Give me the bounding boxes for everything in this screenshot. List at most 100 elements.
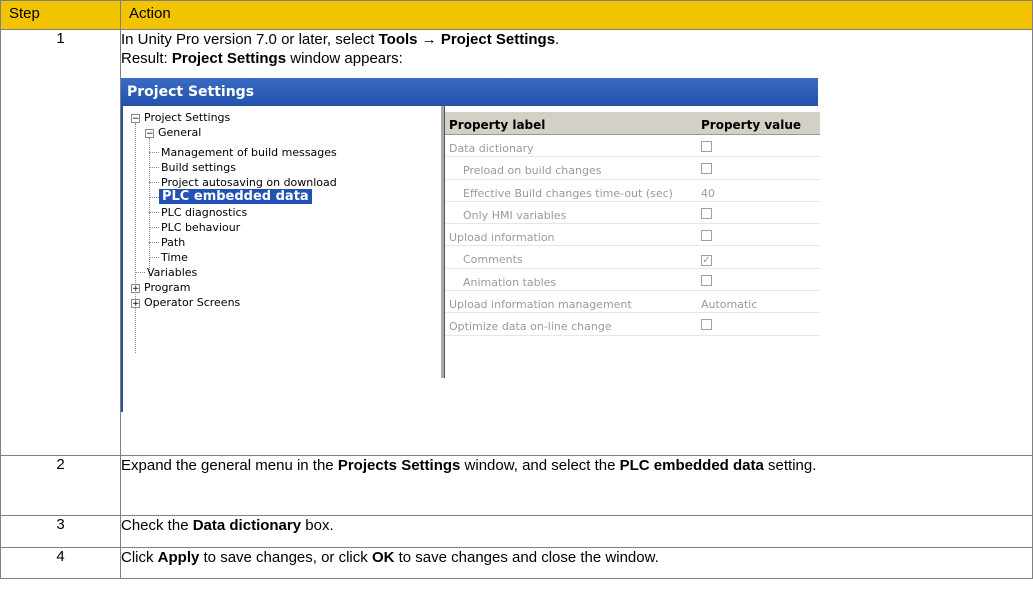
property-value[interactable]: ✓ (701, 250, 712, 269)
text: In Unity Pro version 7.0 or later, selec… (121, 31, 379, 48)
checkbox-icon[interactable] (701, 163, 712, 175)
grid-row[interactable]: Preload on build changes (445, 157, 820, 180)
property-label: Optimize data on-line change (449, 320, 612, 334)
step-number: 4 (0, 547, 121, 579)
project-settings-window: Project Settings − Project Settings − Ge… (121, 78, 820, 412)
step-action: In Unity Pro version 7.0 or later, selec… (120, 29, 1033, 456)
tree-item[interactable]: Project autosaving on download (161, 175, 337, 190)
step-number: 3 (0, 515, 121, 548)
text: Expand the general menu in the (121, 457, 338, 474)
step-number: 2 (0, 455, 121, 516)
tree-item-program[interactable]: + Program (131, 280, 190, 295)
tree-item[interactable]: Time (161, 250, 188, 265)
tree-item[interactable]: Management of build messages (161, 145, 337, 160)
tree-item-general[interactable]: − General (145, 125, 201, 140)
checkbox-icon[interactable] (701, 319, 712, 331)
column-header-value: Property value (701, 118, 802, 132)
step-row-3: 3 Check the Data dictionary box. (0, 515, 1033, 548)
tree-item[interactable]: Build settings (161, 160, 236, 175)
header-action: Action (120, 0, 1033, 30)
header-row: Step Action (0, 0, 1033, 30)
column-header-label: Property label (449, 118, 546, 132)
text: window, and select the (460, 457, 620, 474)
property-label: Animation tables (463, 275, 557, 289)
setting-name: PLC embedded data (619, 457, 764, 474)
button-name: OK (371, 549, 395, 566)
text: . (555, 31, 560, 48)
tree-label: Project Settings (144, 111, 231, 124)
property-label: Data dictionary (449, 142, 534, 155)
property-value[interactable] (701, 228, 712, 247)
collapse-icon[interactable]: − (131, 113, 140, 123)
text: box. (301, 517, 334, 534)
tree-label: General (158, 126, 202, 139)
step-action: Click Apply to save changes, or click OK… (120, 547, 1033, 579)
grid-header: Property label Property value (445, 112, 820, 135)
property-label: Comments (463, 253, 523, 267)
text: window appears: (286, 50, 403, 67)
menu-path: Tools → Project Settings (378, 31, 556, 48)
property-value[interactable] (701, 317, 712, 336)
selected-label: PLC embedded data (159, 189, 312, 204)
grid-row[interactable]: Comments ✓ (445, 246, 820, 269)
header-step: Step (0, 0, 121, 30)
tree-label: Operator Screens (144, 296, 241, 309)
checkbox-icon[interactable] (701, 230, 712, 242)
property-label: Only HMI variables (463, 208, 567, 222)
checkbox-icon[interactable] (701, 274, 712, 286)
text: Result: (121, 50, 172, 67)
window-name: Projects Settings (337, 457, 461, 474)
property-value[interactable] (701, 273, 712, 292)
step-number: 1 (0, 29, 121, 456)
text: to save changes, or click (199, 549, 372, 566)
text: setting. (763, 457, 817, 474)
tree-item[interactable]: Path (161, 235, 185, 250)
window-body: − Project Settings − General Management of… (121, 106, 820, 412)
grid-row[interactable]: Optimize data on-line change (445, 313, 820, 336)
checkbox-name: Data dictionary (192, 517, 302, 534)
grid-row[interactable]: Only HMI variables (445, 202, 820, 225)
grid-row[interactable]: Animation tables (445, 269, 820, 292)
settings-tree: − Project Settings − General Management of… (131, 110, 451, 360)
text: to save changes and close the window. (394, 549, 659, 566)
tree-item-variables[interactable]: Variables (147, 265, 197, 280)
property-value[interactable]: Automatic (701, 295, 757, 314)
button-name: Apply (157, 549, 200, 566)
property-label: Preload on build changes (463, 164, 602, 178)
grid-row[interactable]: Upload information (445, 224, 820, 247)
text: Check the (121, 517, 193, 534)
checkbox-icon[interactable]: ✓ (701, 255, 712, 267)
tree-root[interactable]: − Project Settings (131, 110, 230, 125)
tree-item-selected[interactable]: PLC embedded data (159, 189, 312, 204)
property-value[interactable]: 40 (701, 184, 715, 203)
tree-item-operator-screens[interactable]: + Operator Screens (131, 295, 240, 310)
property-value[interactable] (701, 139, 712, 158)
grid-row[interactable]: Upload information management Automatic (445, 291, 820, 314)
checkbox-icon[interactable] (701, 207, 712, 219)
action-line: Result: Project Settings window appears: (121, 49, 1032, 68)
property-grid: Property label Property value Data dicti… (445, 112, 820, 336)
grid-row[interactable]: Data dictionary (445, 135, 820, 158)
tree-label: Program (144, 281, 191, 294)
property-label: Upload information (449, 231, 555, 245)
tree-item[interactable]: PLC behaviour (161, 220, 240, 235)
step-action: Check the Data dictionary box. (120, 515, 1033, 548)
expand-icon[interactable]: + (131, 283, 140, 293)
text: Click (121, 549, 158, 566)
step-row-2: 2 Expand the general menu in the Project… (0, 455, 1033, 516)
step-row-4: 4 Click Apply to save changes, or click … (0, 547, 1033, 579)
checkbox-icon[interactable] (701, 141, 712, 152)
expand-icon[interactable]: + (131, 298, 140, 308)
window-title: Project Settings (121, 78, 818, 106)
step-action: Expand the general menu in the Projects … (120, 455, 1033, 516)
collapse-icon[interactable]: − (145, 128, 154, 138)
steps-table: Step Action 1 In Unity Pro version 7.0 o… (0, 0, 1033, 579)
window-name: Project Settings (171, 50, 287, 67)
grid-row[interactable]: Effective Build changes time-out (sec) 40 (445, 180, 820, 202)
property-label: Upload information management (449, 298, 632, 312)
tree-item[interactable]: PLC diagnostics (161, 205, 247, 220)
property-value[interactable] (701, 206, 712, 225)
action-line: In Unity Pro version 7.0 or later, selec… (121, 30, 1032, 49)
property-value[interactable] (701, 161, 712, 180)
step-row-1: 1 In Unity Pro version 7.0 or later, sel… (0, 29, 1033, 456)
